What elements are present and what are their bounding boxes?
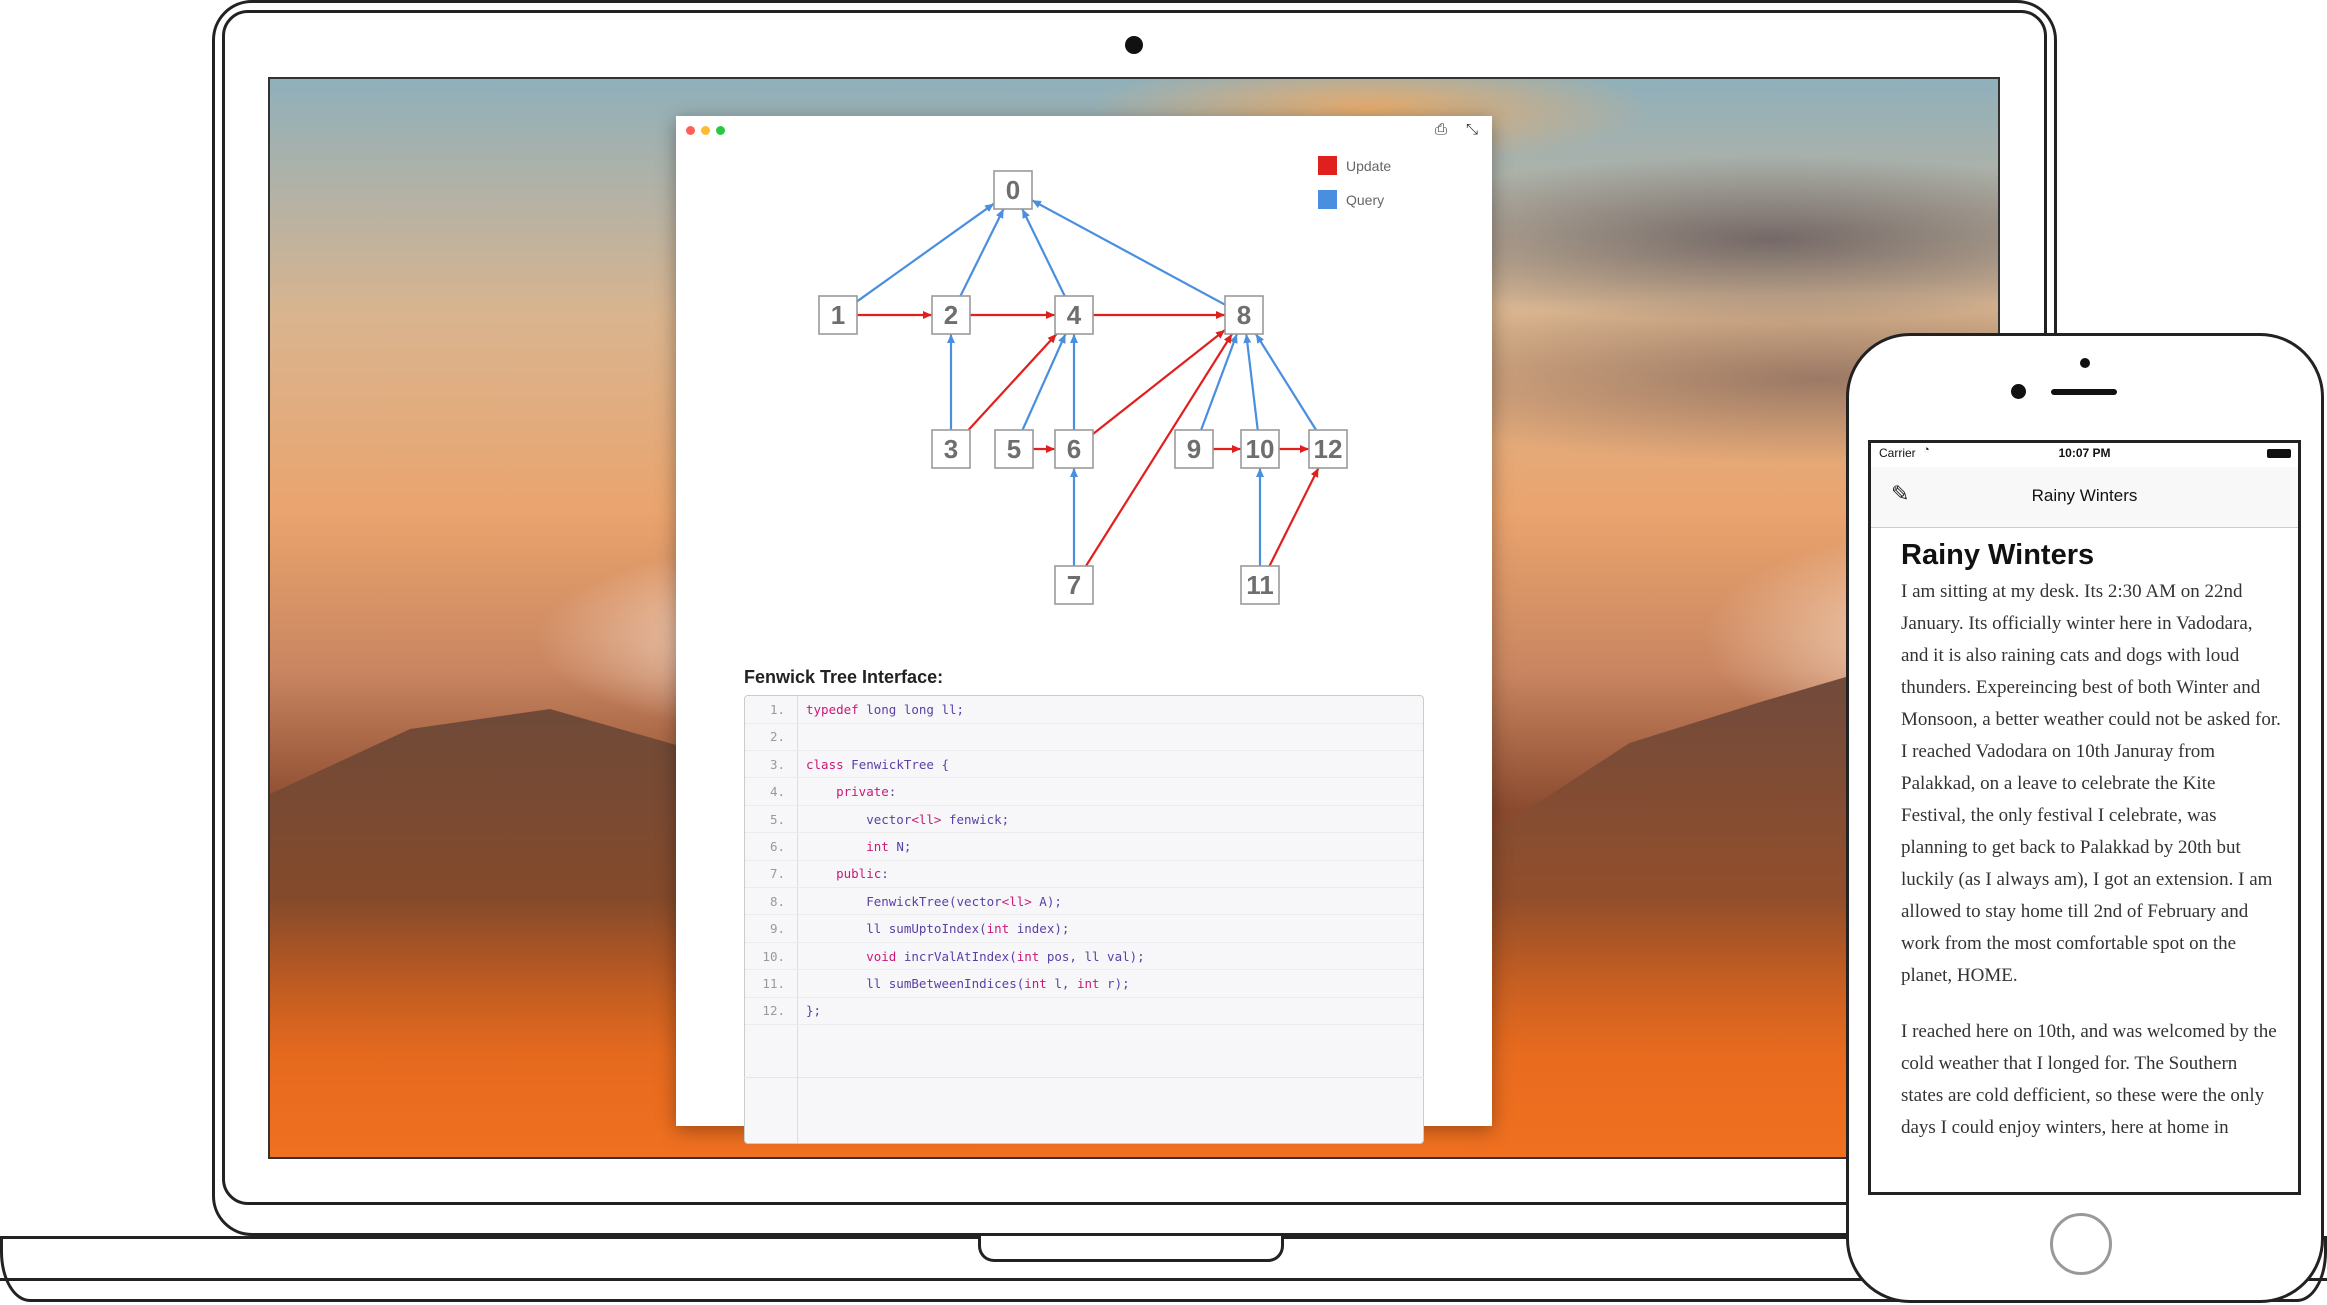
line-number: 3. xyxy=(769,756,785,772)
phone-speaker xyxy=(2051,389,2117,395)
tree-node-label: 9 xyxy=(1187,434,1201,464)
tree-node-label: 11 xyxy=(1246,570,1274,600)
query-edge-4-to-0 xyxy=(1021,208,1066,297)
app-window: ⎙ ⤡ 0 1 2 3 4 5 6 7 8 9 10 11 12 Update Query Fenwic… xyxy=(676,116,1492,1144)
fenwick-tree-graph: 01 2345 6789 101112 Update Query xyxy=(818,156,1391,605)
line-number: 2. xyxy=(769,729,785,745)
code-line: 4. private: xyxy=(745,778,1423,806)
line-number: 11. xyxy=(762,976,785,991)
content-divider xyxy=(744,1077,1424,1078)
code-section-title: Fenwick Tree Interface: xyxy=(744,667,944,687)
phone-screen: Carrier ◔ 10:07 PM ✎ Rainy Winters Rainy… xyxy=(1868,440,2301,1195)
code-text: private: xyxy=(836,784,897,800)
legend-query-swatch xyxy=(1318,190,1337,209)
laptop-notch xyxy=(978,1236,1284,1262)
line-number: 8. xyxy=(769,893,785,909)
line-number: 12. xyxy=(762,1003,785,1019)
code-text: ll sumBetweenIndices(int l, int r); xyxy=(806,976,1130,991)
home-button[interactable] xyxy=(2050,1213,2112,1275)
line-number: 4. xyxy=(769,784,785,800)
code-line: 8. FenwickTree(vector<ll> A); xyxy=(745,888,1423,916)
article: Rainy Winters I am sitting at my desk. I… xyxy=(1901,539,2281,1168)
tree-node-10: 10 xyxy=(1240,429,1280,469)
tree-node-9: 9 xyxy=(1174,429,1214,469)
tree-node-12: 12 xyxy=(1308,429,1348,469)
tree-node-6: 6 xyxy=(1054,429,1094,469)
tree-node-7: 7 xyxy=(1054,565,1094,605)
code-text: FenwickTree(vector<ll> A); xyxy=(806,893,1062,909)
tree-node-label: 10 xyxy=(1246,434,1275,464)
line-number: 10. xyxy=(762,948,785,964)
code-text: ll sumUptoIndex(int index); xyxy=(806,921,1070,937)
code-line: 2. xyxy=(745,723,1423,751)
tree-node-label: 5 xyxy=(1007,434,1021,464)
phone-sensor xyxy=(2080,358,2090,368)
tree-node-0: 0 xyxy=(993,170,1033,210)
article-paragraph: I reached here on 10th, and was welcomed… xyxy=(1901,1021,2277,1138)
article-paragraph: I am sitting at my desk. Its 2:30 AM on … xyxy=(1901,581,2281,986)
legend-query-label: Query xyxy=(1346,192,1384,208)
legend: Update Query xyxy=(1318,156,1391,209)
code-line: 12.}; xyxy=(745,997,1423,1025)
tree-node-label: 12 xyxy=(1314,434,1343,464)
article-title: Rainy Winters xyxy=(1901,539,2095,571)
code-text: typedef long long ll; xyxy=(806,702,965,717)
tree-node-label: 3 xyxy=(944,434,958,464)
code-line: 6. int N; xyxy=(745,833,1423,861)
query-edge-1-to-0 xyxy=(856,202,995,303)
code-text: void incrValAtIndex(int pos, ll val); xyxy=(866,948,1145,964)
code-text: }; xyxy=(806,1003,822,1019)
code-line: 10. void incrValAtIndex(int pos, ll val)… xyxy=(745,943,1423,971)
code-line: 11. ll sumBetweenIndices(int l, int r); xyxy=(745,970,1423,998)
phone-camera xyxy=(2011,384,2026,399)
tree-node-label: 0 xyxy=(1006,175,1020,205)
tree-node-label: 2 xyxy=(944,300,958,330)
query-edge-10-to-8 xyxy=(1243,333,1259,431)
code-text: vector<ll> fenwick; xyxy=(806,811,1010,827)
code-text: int N; xyxy=(866,839,912,854)
tree-node-label: 8 xyxy=(1237,300,1251,330)
line-number: 7. xyxy=(769,866,785,882)
tree-node-8: 8 xyxy=(1224,295,1264,335)
nav-title: Rainy Winters xyxy=(2031,486,2138,505)
code-line: 3. class FenwickTree { xyxy=(745,751,1423,779)
line-number: 1. xyxy=(769,702,785,717)
status-bar: Carrier ◔ 10:07 PM xyxy=(1871,443,2298,467)
tree-node-label: 6 xyxy=(1067,434,1081,464)
code-text: public: xyxy=(836,866,889,882)
line-number: 9. xyxy=(769,921,785,937)
tree-node-label: 1 xyxy=(831,300,845,330)
legend-update-label: Update xyxy=(1346,158,1391,174)
tree-node-4: 4 xyxy=(1054,295,1094,335)
query-edge-12-to-8 xyxy=(1254,333,1318,431)
line-number: 5. xyxy=(769,811,785,827)
line-number: 6. xyxy=(769,839,785,854)
tree-node-label: 7 xyxy=(1067,570,1081,600)
laptop-camera xyxy=(1125,36,1143,54)
tree-node-11: 11 xyxy=(1240,565,1280,605)
tree-node-3: 3 xyxy=(931,429,971,469)
legend-update-swatch xyxy=(1318,156,1337,175)
status-time: 10:07 PM xyxy=(2058,446,2111,460)
query-edge-9-to-8 xyxy=(1200,333,1238,431)
code-line: 5. vector<ll> fenwick; xyxy=(745,806,1423,834)
code-line: 9. ll sumUptoIndex(int index); xyxy=(745,915,1423,943)
code-line: 7. public: xyxy=(745,860,1423,888)
tree-node-5: 5 xyxy=(994,429,1034,469)
tree-node-2: 2 xyxy=(931,295,971,335)
code-text: class FenwickTree { xyxy=(806,756,949,772)
tree-node-label: 4 xyxy=(1067,300,1082,330)
nav-bar: ✎ Rainy Winters xyxy=(1871,467,2298,528)
update-edge-11-to-12 xyxy=(1268,467,1320,567)
tree-node-1: 1 xyxy=(818,295,858,335)
battery-icon xyxy=(2267,449,2291,458)
code-line: 1. typedef long long ll; xyxy=(745,696,1423,724)
